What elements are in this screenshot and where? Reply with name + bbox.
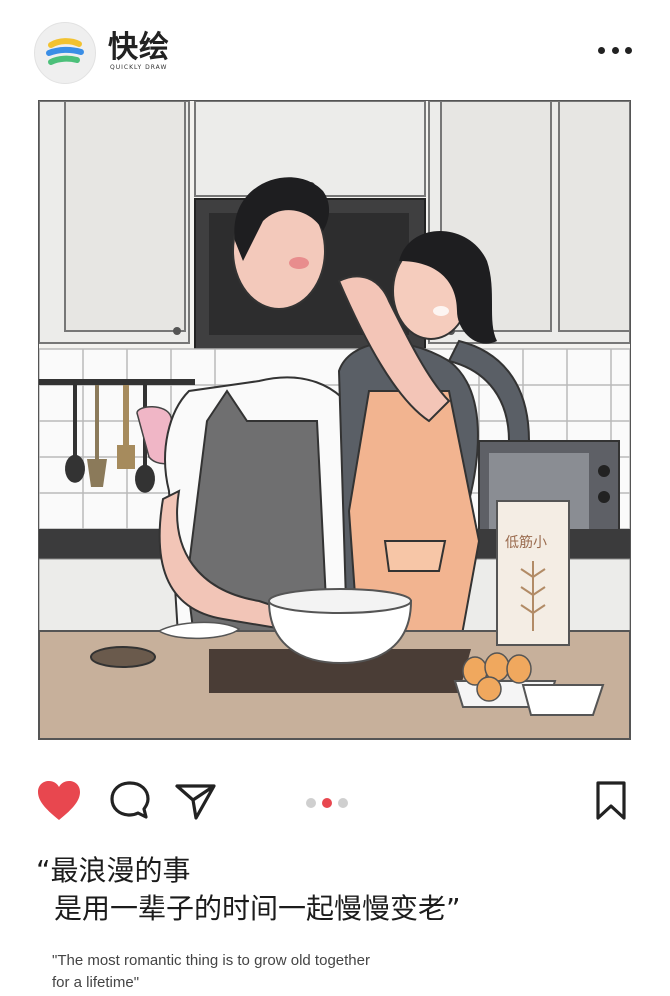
brand-subtitle: QUICKLY DRAW — [110, 64, 168, 71]
account-avatar[interactable] — [34, 22, 96, 84]
comment-bubble-icon — [110, 781, 150, 819]
carousel-dot[interactable] — [338, 798, 348, 808]
bookmark-button[interactable] — [594, 780, 628, 826]
share-button[interactable] — [174, 780, 218, 826]
more-options-button[interactable] — [598, 40, 632, 60]
post-header: 快绘 QUICKLY DRAW — [0, 0, 670, 100]
send-paper-plane-icon — [175, 784, 216, 820]
account-name[interactable]: 快绘 QUICKLY DRAW — [108, 32, 170, 72]
quickly-draw-logo-icon — [46, 38, 84, 65]
carousel-indicator — [306, 798, 348, 808]
heart-filled-icon — [38, 781, 80, 820]
caption-line-1: “最浪漫的事 — [36, 854, 191, 887]
brand-name: 快绘 — [108, 30, 170, 65]
carousel-dot-active[interactable] — [322, 798, 332, 808]
like-button[interactable] — [36, 780, 82, 826]
comment-button[interactable] — [108, 780, 152, 826]
caption-english: "The most romantic thing is to grow old … — [52, 952, 370, 991]
bookmark-icon — [596, 781, 626, 820]
post-caption: “最浪漫的事 是用一辈子的时间一起慢慢变老” — [36, 852, 461, 928]
carousel-dot[interactable] — [306, 798, 316, 808]
post-actions — [0, 770, 670, 840]
caption-line-2: 是用一辈子的时间一起慢慢变老” — [54, 892, 461, 925]
post-image[interactable]: 低筋小 — [38, 100, 631, 740]
more-dots-icon — [598, 46, 605, 54]
flour-bag-label: 低筋小 — [505, 534, 547, 551]
